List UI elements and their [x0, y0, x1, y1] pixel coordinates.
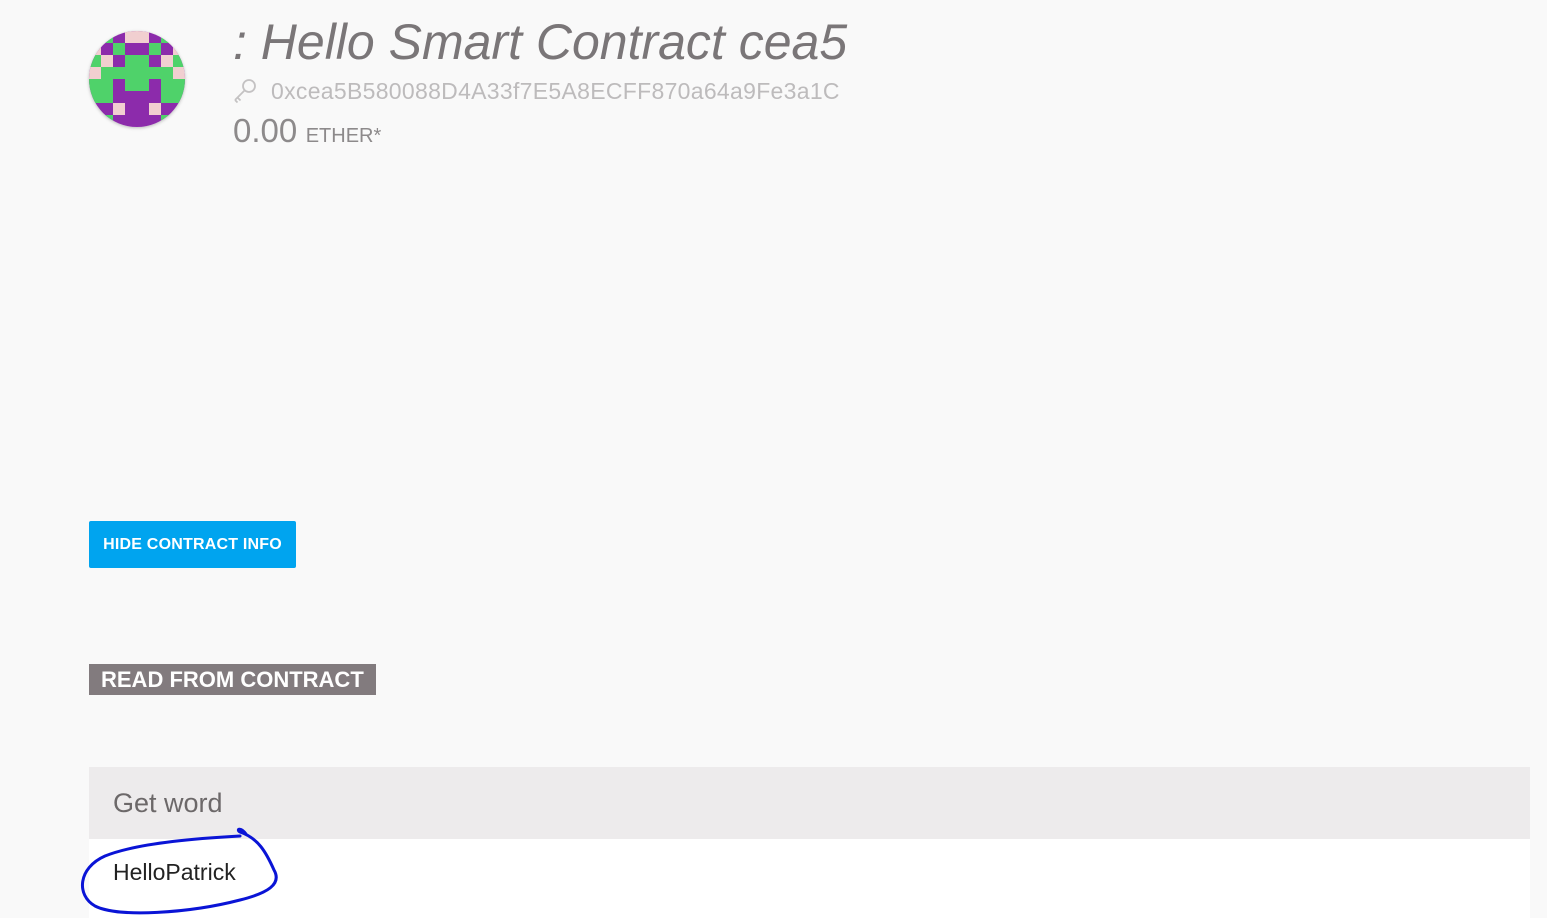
contract-address: 0xcea5B580088D4A33f7E5A8ECFF870a64a9Fe3a… [271, 77, 840, 104]
method-get-word[interactable]: Get word [89, 767, 1530, 839]
identicon-avatar [89, 31, 185, 127]
contract-identicon [89, 31, 185, 127]
key-icon [234, 79, 256, 104]
contract-balance: 0.00 ETHER* [233, 112, 381, 150]
contract-address-row: 0xcea5B580088D4A33f7E5A8ECFF870a64a9Fe3a… [233, 76, 840, 106]
balance-unit: ETHER* [305, 125, 382, 147]
method-result-value: HelloPatrick [89, 839, 1530, 918]
read-from-contract-header: READ FROM CONTRACT [89, 664, 376, 695]
contract-page: : Hello Smart Contract cea5 0xcea5B58008… [0, 0, 1547, 918]
contract-title: : Hello Smart Contract cea5 [233, 14, 848, 70]
hide-contract-info-button[interactable]: HIDE CONTRACT INFO [89, 521, 296, 568]
method-result-text: HelloPatrick [113, 859, 236, 885]
balance-value: 0.00 [233, 112, 298, 149]
